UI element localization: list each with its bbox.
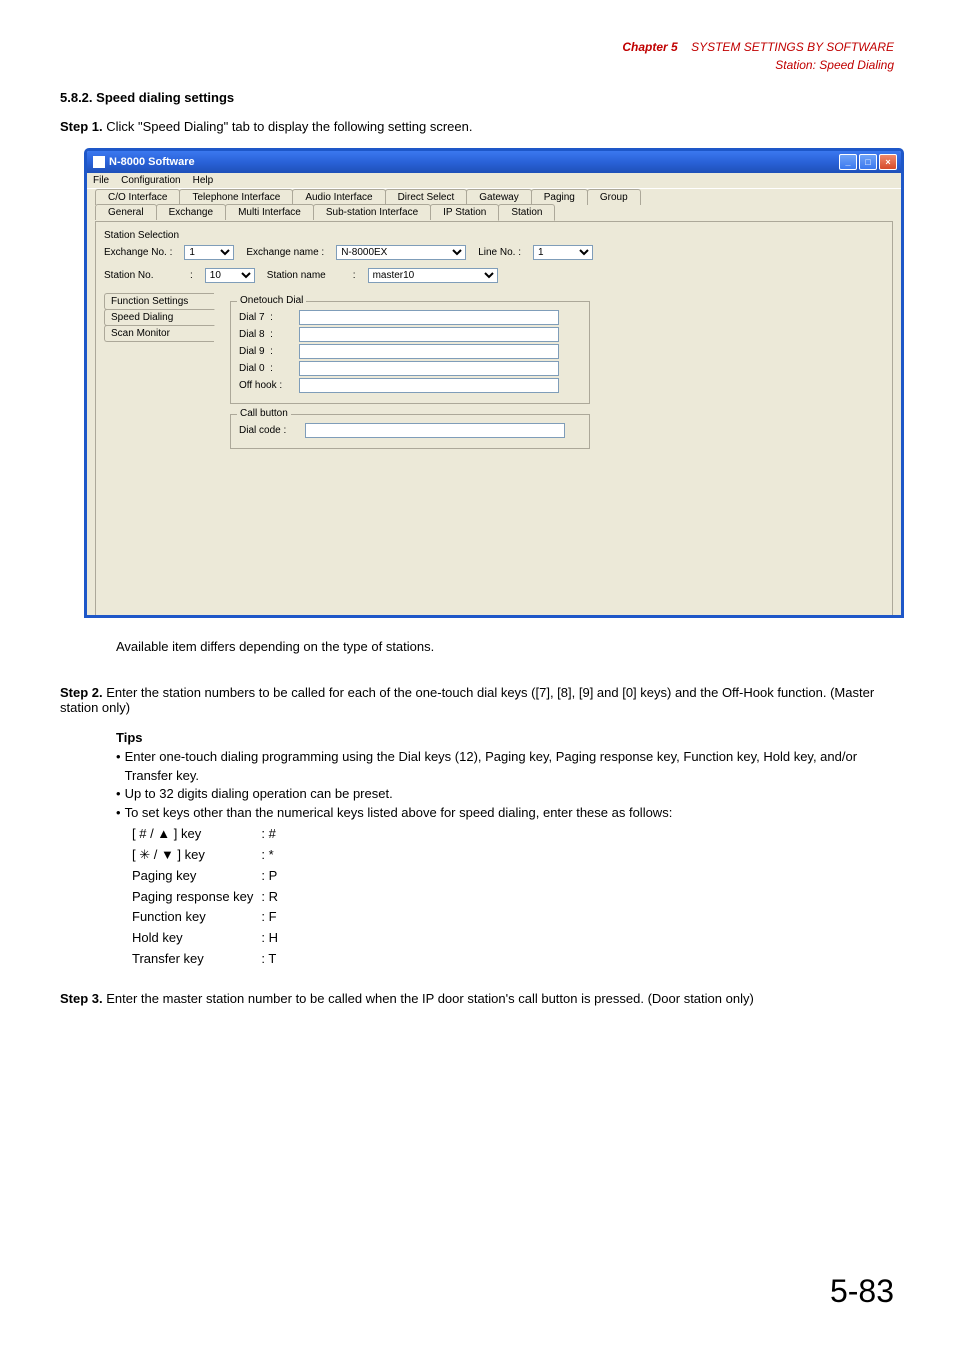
- station-selection-group: Station Selection Exchange No. : 1 Excha…: [104, 230, 884, 283]
- tip-2: Up to 32 digits dialing operation can be…: [125, 785, 393, 804]
- tabs-back-row: C/O Interface Telephone Interface Audio …: [87, 189, 901, 205]
- station-name-select[interactable]: master10: [368, 268, 498, 283]
- title-bar[interactable]: N-8000 Software _ □ ×: [87, 151, 901, 173]
- tips-heading: Tips: [116, 729, 894, 748]
- tab-station[interactable]: Station: [498, 204, 555, 221]
- station-selection-label: Station Selection: [104, 230, 884, 241]
- tab-group[interactable]: Group: [587, 189, 641, 205]
- dial-0-label: Dial 0 :: [239, 363, 293, 374]
- station-no-label: Station No.: [104, 270, 178, 281]
- table-row: Transfer key: T: [132, 950, 284, 969]
- dial-9-input[interactable]: [299, 344, 559, 359]
- tab-exchange[interactable]: Exchange: [156, 204, 226, 220]
- step-3-text: Enter the master station number to be ca…: [106, 991, 754, 1006]
- app-window: N-8000 Software _ □ × File Configuration…: [84, 148, 904, 618]
- table-row: Function key: F: [132, 908, 284, 927]
- app-icon: [93, 156, 105, 168]
- tab-direct-select[interactable]: Direct Select: [385, 189, 468, 205]
- step-1-label: Step 1.: [60, 119, 103, 134]
- side-tabs: Function Settings Speed Dialing Scan Mon…: [104, 293, 214, 603]
- onetouch-dial-group: Onetouch Dial Dial 7 : Dial 8 : Dial 9 :…: [230, 301, 590, 404]
- dial-8-input[interactable]: [299, 327, 559, 342]
- step-1: Step 1. Click "Speed Dialing" tab to dis…: [60, 119, 894, 134]
- close-button[interactable]: ×: [879, 154, 897, 170]
- tip-1: Enter one-touch dialing programming usin…: [125, 748, 894, 786]
- step-2-text: Enter the station numbers to be called f…: [60, 685, 874, 715]
- tab-paging[interactable]: Paging: [531, 189, 588, 205]
- table-row: [ # / ▲ ] key: #: [132, 825, 284, 844]
- minimize-button[interactable]: _: [839, 154, 857, 170]
- dial-9-label: Dial 9 :: [239, 346, 293, 357]
- station-name-label: Station name: [267, 270, 341, 281]
- step-2: Step 2. Enter the station numbers to be …: [60, 685, 894, 715]
- table-row: Paging response key: R: [132, 888, 284, 907]
- tab-multi-interface[interactable]: Multi Interface: [225, 204, 314, 220]
- exchange-no-label: Exchange No. :: [104, 247, 172, 258]
- dial-code-input[interactable]: [305, 423, 565, 438]
- off-hook-label: Off hook :: [239, 380, 293, 391]
- dial-code-label: Dial code :: [239, 425, 299, 436]
- chapter-label: Chapter 5: [622, 40, 677, 54]
- call-button-legend: Call button: [237, 408, 291, 419]
- speed-dialing-pane: Onetouch Dial Dial 7 : Dial 8 : Dial 9 :…: [222, 293, 884, 603]
- table-row: Paging key: P: [132, 867, 284, 886]
- tab-audio-interface[interactable]: Audio Interface: [292, 189, 385, 205]
- step-2-label: Step 2.: [60, 685, 103, 700]
- page-header: Chapter 5 SYSTEM SETTINGS BY SOFTWARE: [60, 40, 894, 54]
- tab-general[interactable]: General: [95, 204, 157, 220]
- call-button-group: Call button Dial code :: [230, 414, 590, 449]
- tab-ip-station[interactable]: IP Station: [430, 204, 499, 220]
- page-number: 5-83: [830, 1273, 894, 1310]
- step-3: Step 3. Enter the master station number …: [60, 991, 894, 1006]
- dial-7-input[interactable]: [299, 310, 559, 325]
- dial-7-label: Dial 7 :: [239, 312, 293, 323]
- page-subheader: Station: Speed Dialing: [60, 58, 894, 72]
- dial-8-label: Dial 8 :: [239, 329, 293, 340]
- step-1-text: Click "Speed Dialing" tab to display the…: [106, 119, 472, 134]
- section-heading: 5.8.2. Speed dialing settings: [60, 90, 894, 105]
- onetouch-legend: Onetouch Dial: [237, 295, 306, 306]
- dial-0-input[interactable]: [299, 361, 559, 376]
- key-mapping-table: [ # / ▲ ] key: # [ ✳ / ▼ ] key: * Paging…: [130, 823, 286, 971]
- tips-block: Tips •Enter one-touch dialing programmin…: [116, 729, 894, 971]
- chapter-subtitle: Station: Speed Dialing: [775, 58, 894, 72]
- exchange-name-label: Exchange name :: [246, 247, 324, 258]
- window-title: N-8000 Software: [109, 156, 195, 168]
- side-tab-function-settings[interactable]: Function Settings: [104, 293, 214, 310]
- tabs-front-row: General Exchange Multi Interface Sub-sta…: [87, 205, 901, 221]
- tip-3: To set keys other than the numerical key…: [125, 804, 673, 823]
- side-tab-scan-monitor[interactable]: Scan Monitor: [104, 325, 214, 342]
- note: Available item differs depending on the …: [116, 638, 894, 657]
- menu-help[interactable]: Help: [193, 175, 214, 186]
- tab-substation-interface[interactable]: Sub-station Interface: [313, 204, 431, 220]
- exchange-no-select[interactable]: 1: [184, 245, 234, 260]
- step-3-label: Step 3.: [60, 991, 103, 1006]
- chapter-title: SYSTEM SETTINGS BY SOFTWARE: [691, 40, 894, 54]
- maximize-button[interactable]: □: [859, 154, 877, 170]
- menu-configuration[interactable]: Configuration: [121, 175, 180, 186]
- station-no-select[interactable]: 10: [205, 268, 255, 283]
- side-tab-speed-dialing[interactable]: Speed Dialing: [104, 309, 215, 326]
- line-no-select[interactable]: 1: [533, 245, 593, 260]
- menu-file[interactable]: File: [93, 175, 109, 186]
- tab-telephone-interface[interactable]: Telephone Interface: [179, 189, 293, 205]
- tab-gateway[interactable]: Gateway: [466, 189, 531, 205]
- exchange-name-select[interactable]: N-8000EX: [336, 245, 466, 260]
- line-no-label: Line No. :: [478, 247, 521, 258]
- menu-bar: File Configuration Help: [87, 173, 901, 189]
- table-row: Hold key: H: [132, 929, 284, 948]
- off-hook-input[interactable]: [299, 378, 559, 393]
- tab-co-interface[interactable]: C/O Interface: [95, 189, 180, 205]
- tab-panel-station: Station Selection Exchange No. : 1 Excha…: [95, 221, 893, 618]
- table-row: [ ✳ / ▼ ] key: *: [132, 846, 284, 865]
